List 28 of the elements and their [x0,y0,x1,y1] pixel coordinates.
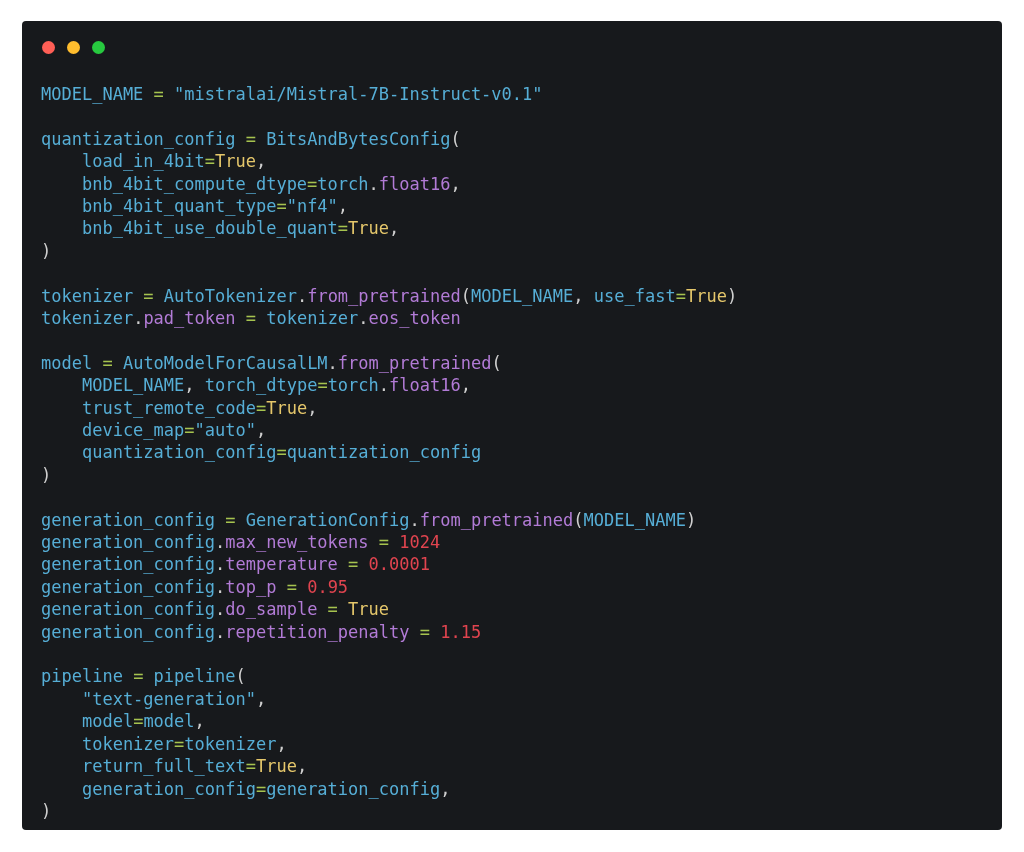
code-line: MODEL_NAME, torch_dtype=torch.float16, [80,374,471,397]
code-line: generation_config.temperature = 0.0001 [41,553,430,576]
code-line: tokenizer.pad_token = tokenizer.eos_token [41,307,461,330]
code-line: ) [41,463,52,487]
code-line: quantization_config = BitsAndBytesConfig( [41,127,461,151]
code-line: generation_config.repetition_penalty = 1.15 [41,620,482,644]
code-line: return_full_text=True, [80,755,308,778]
code-line: generation_config=generation_config, [80,777,451,800]
code-line: generation_config.max_new_tokens = 1024 [41,531,441,554]
code-line: ) [41,799,52,823]
code-line: "text-generation", [80,687,267,711]
code-line: tokenizer = AutoTokenizer.from_pretrained(MODEL_NAME, use_fast=True) [41,284,738,308]
code-line: generation_config = GenerationConfig.from_pretrained(MODEL_NAME) [41,508,697,532]
code-line: tokenizer=tokenizer, [80,732,287,756]
code-line: bnb_4bit_use_double_quant=True, [80,217,400,240]
code-line: generation_config.do_sample = True [41,598,390,621]
code-line: quantization_config=quantization_config [80,441,482,464]
code-line: MODEL_NAME = "mistralai/Mistral-7B-Instruct-v0.1" [41,83,543,106]
code-line: trust_remote_code=True, [80,396,318,420]
code-line: model = AutoModelForCausalLM.from_pretrained( [41,351,502,375]
code-line: device_map="auto", [80,419,267,442]
code-line: generation_config.top_p = 0.95 [41,575,349,599]
code-line: pipeline = pipeline( [41,665,246,688]
code-line: ) [41,239,52,263]
code-line: bnb_4bit_compute_dtype=torch.float16, [80,172,461,195]
code-line: load_in_4bit=True, [80,150,267,173]
code-line: bnb_4bit_quant_type="nf4", [80,195,349,218]
code-line: model=model, [80,710,205,733]
